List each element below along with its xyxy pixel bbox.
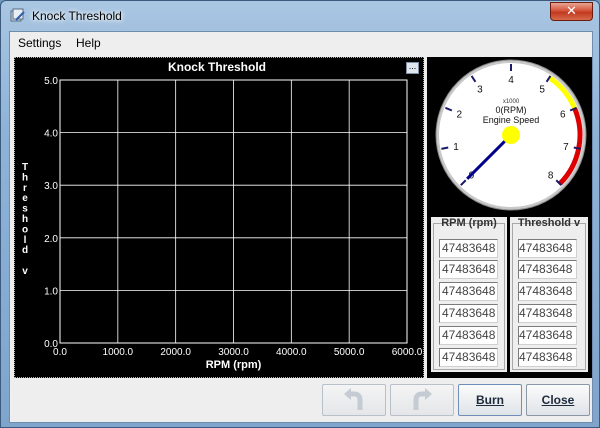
menu-settings[interactable]: Settings [18,36,61,50]
menu-help[interactable]: Help [76,36,101,50]
threshold-column: Threshold v 47483648 47483648 47483648 4… [510,217,588,372]
y-tick-label: 1.0 [44,286,58,297]
data-table-panel: RPM (rpm) 47483648 47483648 47483648 474… [427,213,592,378]
x-tick-label: 2000.0 [160,347,191,358]
close-button[interactable]: Close [526,384,590,416]
rpm-cell-1[interactable]: 47483648 [439,239,498,258]
gauge-tick-label: 1 [453,142,459,153]
window-client-area: Settings Help 0.0 1000.0 2000.0 3000.0 4000.… [9,31,593,423]
rpm-cell-4[interactable]: 47483648 [439,304,498,323]
redo-button[interactable] [390,384,454,416]
gauge-tick-label: 4 [508,75,514,86]
burn-button[interactable]: Burn [458,384,522,416]
gauge-tick-label: 2 [456,110,462,121]
y-tick-label: 4.0 [44,129,58,140]
threshold-cell-2[interactable]: 47483648 [518,260,577,279]
y-tick-label: 2.0 [44,234,58,245]
menu-bar: Settings Help [10,32,592,54]
gauge-tick-label: 8 [548,171,554,182]
threshold-cell-6[interactable]: 47483648 [518,348,577,367]
gauge-hub [502,126,520,144]
threshold-cell-1[interactable]: 47483648 [518,239,577,258]
rpm-column-header: RPM (rpm) [441,217,497,229]
gauge-tick-label: 7 [563,142,569,153]
gauge-value-text: 0(RPM) [496,105,527,115]
rpm-cell-6[interactable]: 47483648 [439,348,498,367]
rpm-cell-3[interactable]: 47483648 [439,282,498,301]
application-window: Knock Threshold ✕ Settings Help 0.0 1000.… [0,0,600,428]
rpm-cell-2[interactable]: 47483648 [439,260,498,279]
x-tick-label: 1000.0 [103,347,134,358]
threshold-chart[interactable]: 0.0 1000.0 2000.0 3000.0 4000.0 5000.0 6000.00… [15,58,423,377]
undo-button[interactable] [322,384,386,416]
close-button-label: Close [541,393,575,407]
burn-button-label: Burn [476,393,504,407]
gauge-tick [573,146,581,150]
gauge-label: Engine Speed [483,115,540,125]
threshold-column-header: Threshold v [517,217,581,229]
x-tick-label: 6000.0 [392,347,423,358]
engine-speed-gauge-panel: 012345678x10000(RPM)Engine Speed [427,57,592,213]
threshold-cell-3[interactable]: 47483648 [518,282,577,301]
y-tick-label: 3.0 [44,181,58,192]
engine-speed-gauge: 012345678x10000(RPM)Engine Speed [435,59,587,211]
app-icon [10,8,25,22]
rpm-cell-5[interactable]: 47483648 [439,326,498,345]
chart-options-button[interactable]: ... [406,62,419,74]
gauge-tick-label: 3 [477,84,483,95]
x-tick-label: 3000.0 [218,347,249,358]
rpm-column: RPM (rpm) 47483648 47483648 47483648 474… [431,217,507,372]
y-axis-label: Threshold v [22,162,28,277]
chart-title: Knock Threshold [167,60,266,74]
gauge-tick [441,146,449,150]
window-close-button[interactable]: ✕ [550,2,593,21]
redo-arrow-icon [413,388,432,410]
threshold-cell-5[interactable]: 47483648 [518,326,577,345]
y-tick-label: 5.0 [44,76,58,87]
threshold-cell-4[interactable]: 47483648 [518,304,577,323]
threshold-chart-panel: 0.0 1000.0 2000.0 3000.0 4000.0 5000.0 6000.0 0… [14,57,424,378]
title-bar[interactable]: Knock Threshold ✕ [1,1,599,31]
x-axis-label: RPM (rpm) [206,359,262,371]
gauge-tick-label: 6 [560,110,566,121]
x-tick-label: 5000.0 [334,347,365,358]
gauge-tick-label: 5 [539,84,545,95]
button-bar: Burn Close [10,380,592,422]
window-title: Knock Threshold [32,9,122,23]
y-tick-label: 0.0 [44,339,58,350]
undo-arrow-icon [344,388,363,410]
x-tick-label: 4000.0 [276,347,307,358]
